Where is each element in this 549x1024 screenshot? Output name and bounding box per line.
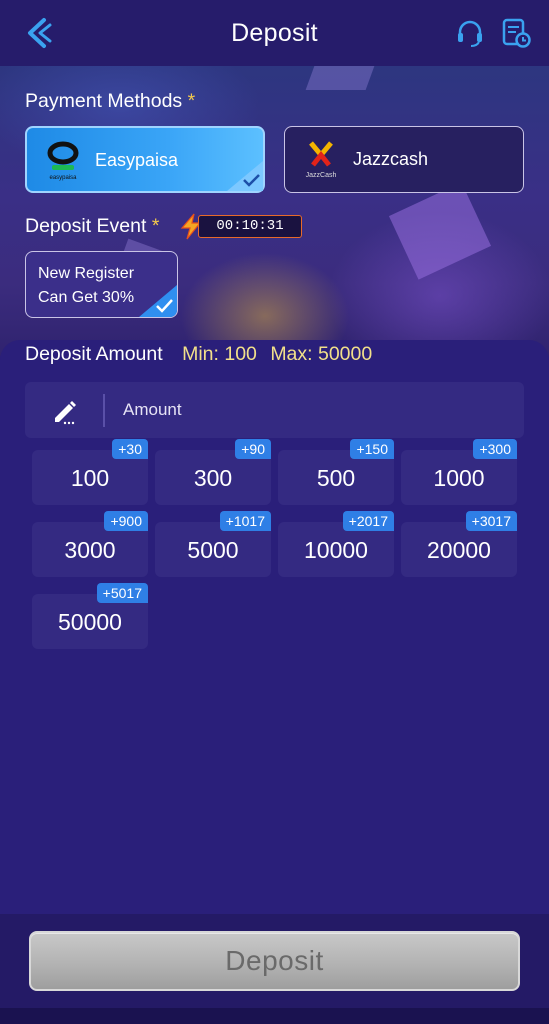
amount-input[interactable] — [123, 392, 503, 428]
countdown-timer: 00:10:31 — [198, 215, 302, 238]
bonus-badge: +150 — [350, 439, 394, 459]
bottom-strip — [0, 1008, 549, 1024]
bonus-badge: +3017 — [465, 511, 517, 531]
amount-field[interactable] — [25, 382, 524, 438]
bonus-badge: +1017 — [219, 511, 271, 531]
easypaisa-logo: easypaisa — [47, 141, 79, 181]
amount-preset-100[interactable]: 100 +30 — [32, 439, 148, 505]
min-amount: Min: 100 — [182, 343, 257, 365]
amount-preset-300[interactable]: 300 +90 — [155, 439, 271, 505]
deposit-event-label: Deposit Event * — [25, 215, 160, 237]
svg-text:JazzCash: JazzCash — [306, 172, 337, 179]
bonus-badge: +5017 — [96, 583, 148, 603]
svg-text:easypaisa: easypaisa — [49, 175, 77, 181]
bonus-badge: +90 — [235, 439, 271, 459]
event-countdown: 00:10:31 — [178, 213, 302, 240]
jazzcash-logo: JazzCash — [306, 141, 337, 179]
payment-option-easypaisa[interactable]: easypaisa Easypaisa — [25, 126, 265, 193]
event-line-1: New Register — [38, 265, 135, 282]
page-title: Deposit — [231, 18, 318, 47]
amount-preset-10000[interactable]: 10000 +2017 — [278, 511, 394, 577]
pencil-icon — [55, 401, 76, 425]
amount-preset-20000[interactable]: 20000 +3017 — [401, 511, 517, 577]
event-option-new-register[interactable]: New Register Can Get 30% — [25, 251, 178, 318]
deposit-button[interactable]: Deposit — [29, 931, 520, 991]
amount-preset-50000[interactable]: 50000 +5017 — [32, 583, 148, 649]
deposit-amount-header: Deposit Amount Min: 100 Max: 50000 — [25, 343, 372, 366]
selected-check-icon — [139, 285, 177, 317]
max-amount: Max: 50000 — [270, 343, 373, 365]
amount-preset-3000[interactable]: 3000 +900 — [32, 511, 148, 577]
payment-option-name: Easypaisa — [95, 150, 179, 170]
payment-methods-label: Payment Methods * — [25, 90, 196, 112]
amount-preset-500[interactable]: 500 +150 — [278, 439, 394, 505]
bonus-badge: +2017 — [342, 511, 394, 531]
bonus-badge: +900 — [104, 511, 148, 531]
selected-check-icon — [227, 161, 263, 191]
payment-option-name: Jazzcash — [353, 149, 429, 169]
bonus-badge: +300 — [473, 439, 517, 459]
bonus-badge: +30 — [112, 439, 148, 459]
headset-icon[interactable] — [455, 18, 485, 48]
back-arrow-icon[interactable] — [22, 16, 56, 50]
top-bar: Deposit — [0, 0, 549, 66]
payment-option-jazzcash[interactable]: JazzCash Jazzcash — [284, 126, 524, 193]
record-history-icon[interactable] — [500, 17, 532, 49]
amount-preset-5000[interactable]: 5000 +1017 — [155, 511, 271, 577]
amount-preset-1000[interactable]: 1000 +300 — [401, 439, 517, 505]
deposit-amount-label: Deposit Amount — [25, 343, 163, 365]
field-divider — [103, 394, 105, 427]
